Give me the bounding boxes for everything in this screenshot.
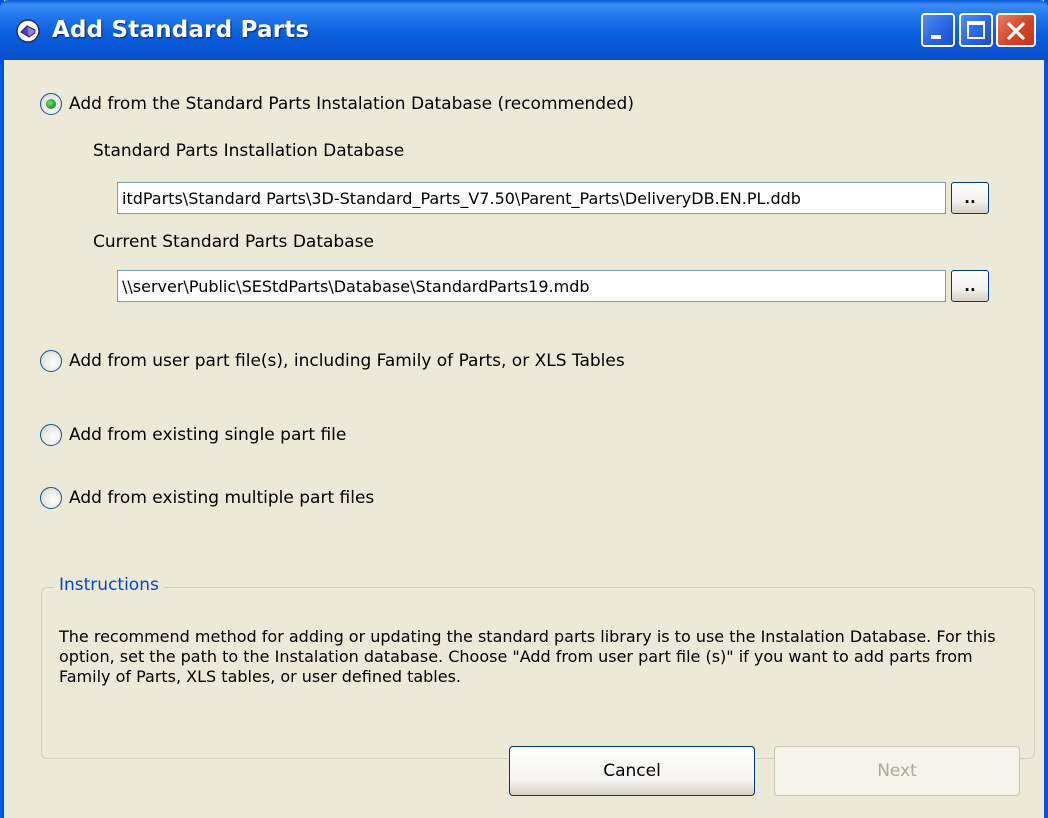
multiple-parts-radio[interactable] bbox=[40, 487, 62, 509]
cancel-button[interactable]: Cancel bbox=[509, 746, 755, 796]
option-single-part[interactable]: Add from existing single part file bbox=[40, 424, 346, 446]
minimize-button[interactable] bbox=[921, 13, 955, 47]
option-installation-db[interactable]: Add from the Standard Parts Instalation … bbox=[40, 93, 634, 115]
multiple-parts-radio-label: Add from existing multiple part files bbox=[69, 488, 375, 508]
installation-db-radio-label: Add from the Standard Parts Instalation … bbox=[69, 94, 634, 114]
next-button[interactable]: Next bbox=[774, 746, 1020, 796]
install-db-path-input[interactable] bbox=[117, 182, 946, 214]
instructions-text: The recommend method for adding or updat… bbox=[59, 627, 996, 686]
install-db-browse-button[interactable]: .. bbox=[951, 182, 989, 214]
installation-db-radio[interactable] bbox=[40, 93, 62, 115]
option-user-part-files[interactable]: Add from user part file(s), including Fa… bbox=[40, 350, 625, 372]
user-part-files-radio-label: Add from user part file(s), including Fa… bbox=[69, 351, 625, 371]
install-db-label: Standard Parts Installation Database bbox=[93, 141, 405, 161]
window-title: Add Standard Parts bbox=[52, 17, 310, 43]
single-part-radio[interactable] bbox=[40, 424, 62, 446]
standard-parts-app-icon bbox=[16, 19, 40, 43]
title-bar[interactable]: Add Standard Parts bbox=[0, 0, 1048, 60]
maximize-button[interactable] bbox=[959, 13, 993, 47]
current-db-browse-button[interactable]: .. bbox=[951, 270, 989, 302]
minimize-icon bbox=[931, 35, 941, 39]
instructions-title: Instructions bbox=[54, 575, 164, 595]
user-part-files-radio[interactable] bbox=[40, 350, 62, 372]
maximize-icon bbox=[967, 21, 985, 39]
single-part-radio-label: Add from existing single part file bbox=[69, 425, 347, 445]
current-db-label: Current Standard Parts Database bbox=[93, 232, 374, 252]
option-multiple-parts[interactable]: Add from existing multiple part files bbox=[40, 487, 374, 509]
close-icon bbox=[1007, 22, 1025, 40]
close-button[interactable] bbox=[996, 13, 1036, 47]
add-standard-parts-dialog: Add Standard Parts Add from the Standard… bbox=[0, 0, 1048, 818]
current-db-path-input[interactable] bbox=[117, 270, 946, 302]
